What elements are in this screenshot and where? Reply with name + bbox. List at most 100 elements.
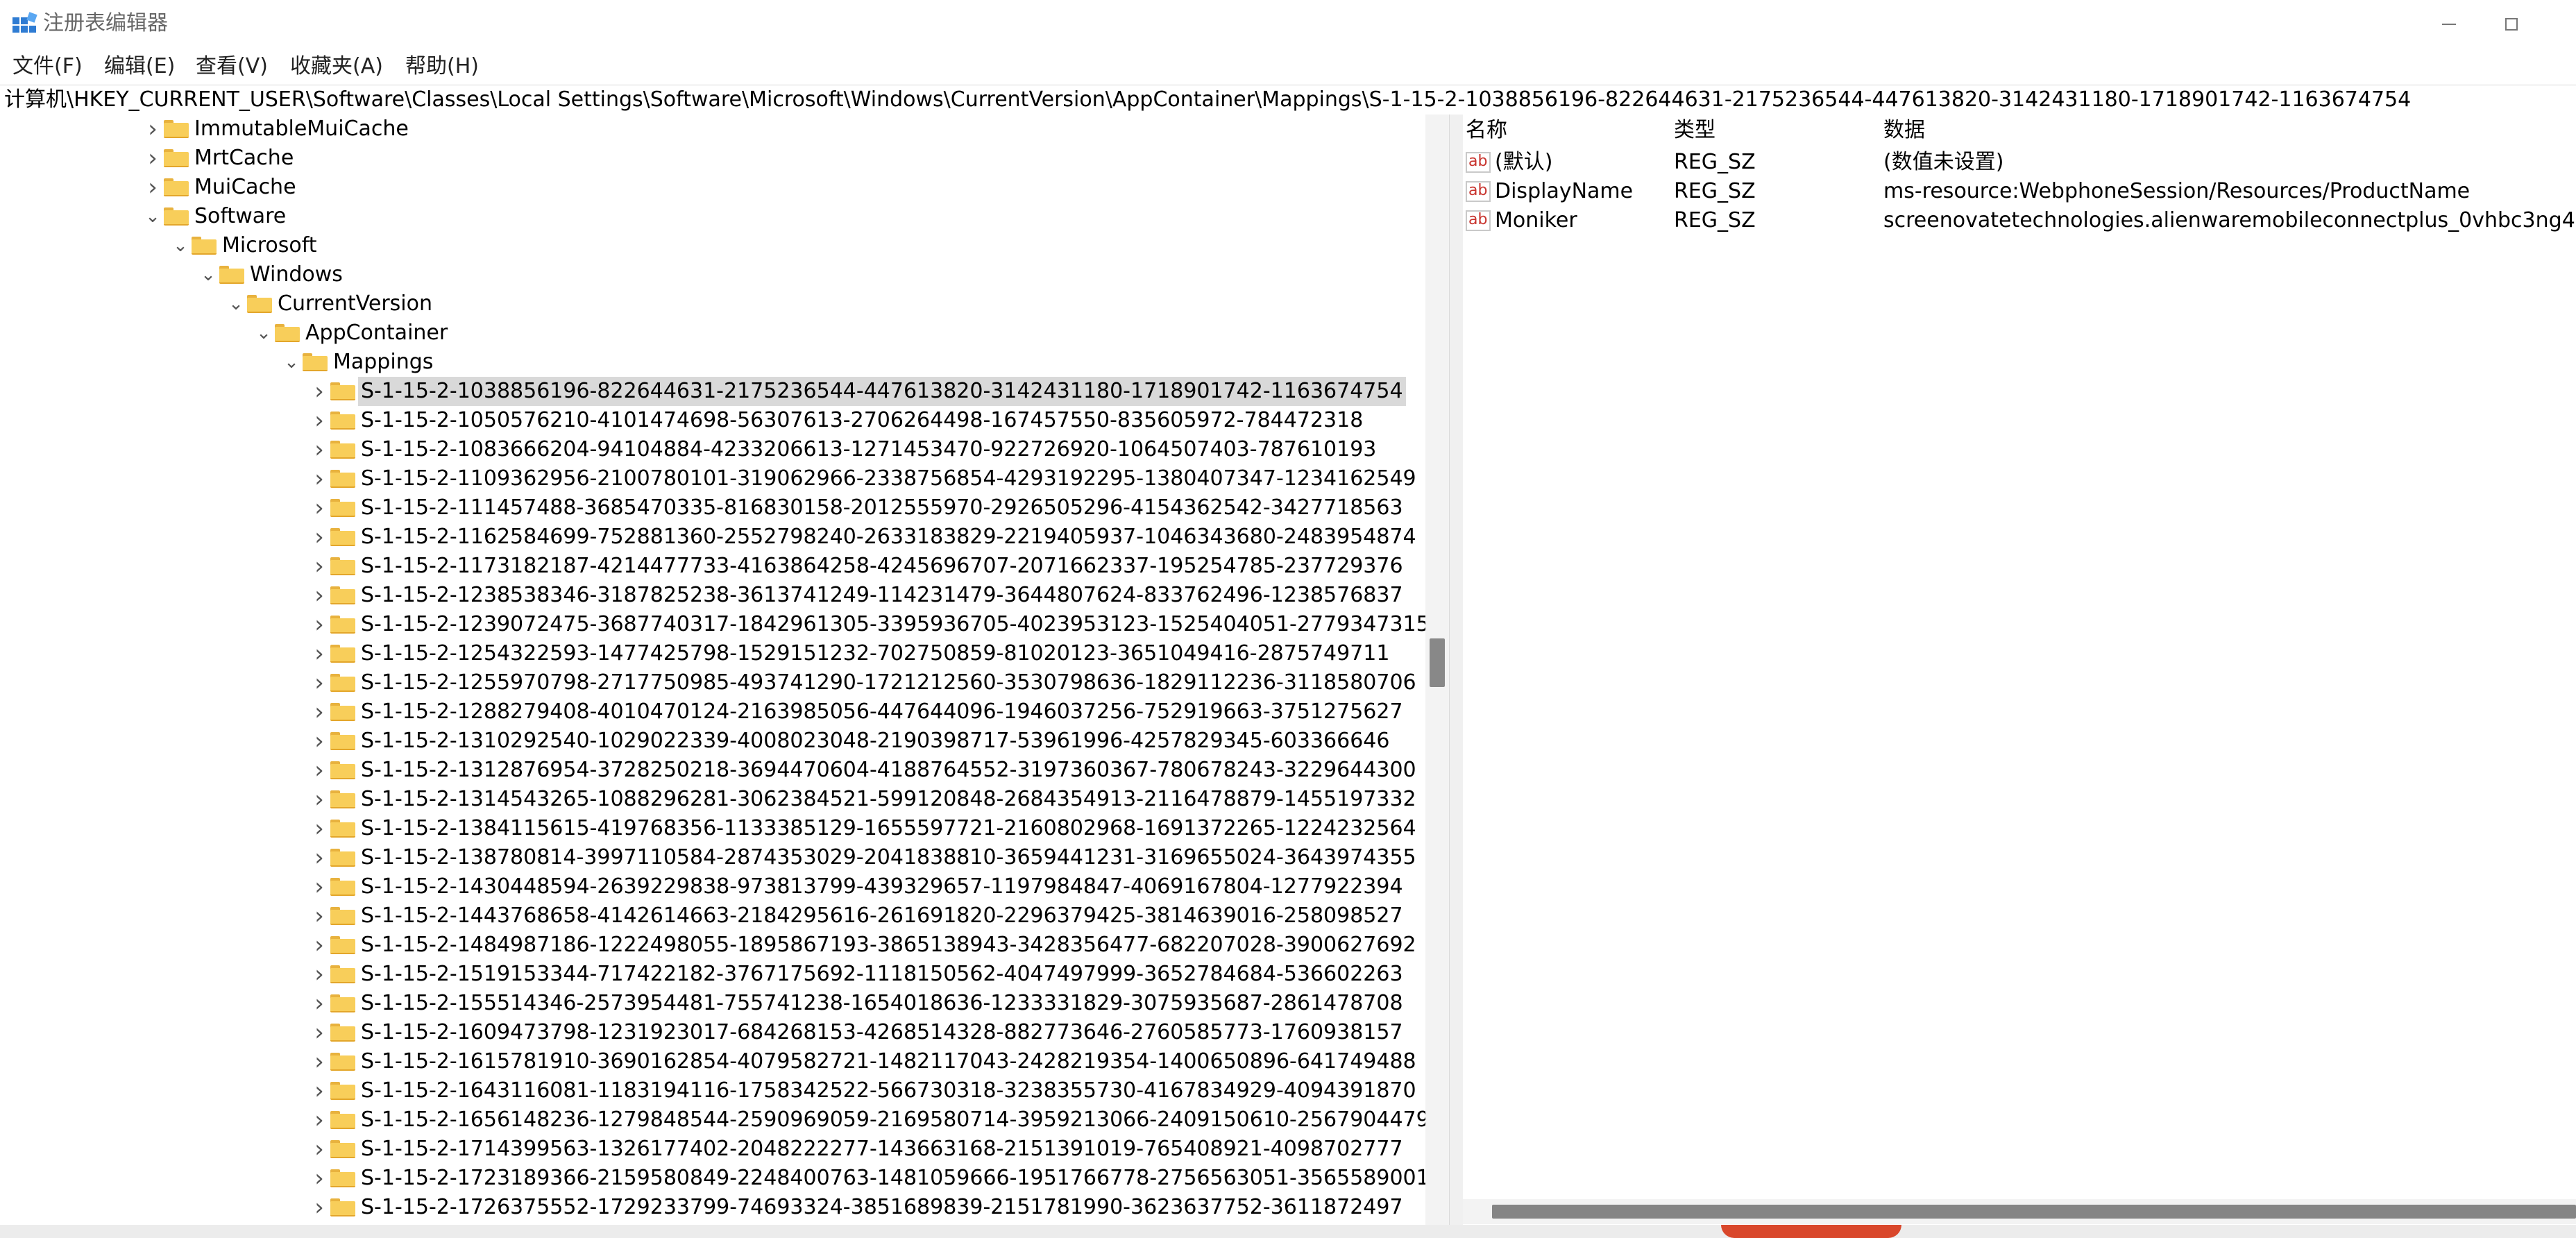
- chevron-right-icon[interactable]: ›: [144, 173, 161, 202]
- address-path[interactable]: 计算机\HKEY_CURRENT_USER\Software\Classes\L…: [4, 85, 2411, 115]
- tree-item-label[interactable]: S-1-15-2-1173182187-4214477733-416386425…: [358, 552, 1406, 581]
- tree-item-mapping[interactable]: › S-1-15-2-1443768658-4142614663-21842956…: [0, 901, 1430, 931]
- tree-item-mapping[interactable]: › S-1-15-2-1239072475-3687740317-18429613…: [0, 610, 1430, 639]
- chevron-right-icon[interactable]: ›: [311, 668, 328, 697]
- tree-item-mapping[interactable]: › S-1-15-2-1162584699-752881360-255279824…: [0, 523, 1430, 552]
- tree-item-label[interactable]: S-1-15-2-1255970798-2717750985-493741290…: [358, 668, 1419, 697]
- column-header-name[interactable]: 名称: [1466, 117, 1507, 144]
- tree-item-mapping[interactable]: › S-1-15-2-1254322593-1477425798-15291512…: [0, 639, 1430, 668]
- tree-item-label[interactable]: MrtCache: [192, 144, 296, 173]
- tree-scroll-thumb[interactable]: [1430, 638, 1445, 687]
- tree-vertical-scrollbar[interactable]: [1425, 115, 1449, 1225]
- chevron-right-icon[interactable]: ›: [311, 756, 328, 785]
- column-header-data[interactable]: 数据: [1883, 117, 1925, 144]
- menu-view[interactable]: 查看(V): [196, 53, 268, 80]
- tree-item-label[interactable]: S-1-15-2-1615781910-3690162854-407958272…: [358, 1047, 1419, 1076]
- tree-item-label[interactable]: Microsoft: [219, 231, 320, 260]
- tree-item-mapping[interactable]: › S-1-15-2-155514346-2573954481-755741238…: [0, 989, 1430, 1018]
- tree-item-label[interactable]: S-1-15-2-1314543265-1088296281-306238452…: [358, 785, 1419, 814]
- chevron-down-icon[interactable]: ⌄: [255, 319, 272, 348]
- value-row[interactable]: ab DisplayName REG_SZ ms-resource:WebphoneS…: [1463, 177, 2576, 206]
- value-name[interactable]: DisplayName: [1495, 177, 1633, 206]
- chevron-right-icon[interactable]: ›: [311, 814, 328, 843]
- maximize-button[interactable]: [2480, 0, 2543, 49]
- pane-splitter[interactable]: [1449, 115, 1464, 1225]
- tree-item-immutablemuicache[interactable]: › ImmutableMuiCache: [0, 115, 1430, 144]
- tree-item-label[interactable]: S-1-15-2-1312876954-3728250218-369447060…: [358, 756, 1419, 785]
- chevron-right-icon[interactable]: ›: [311, 931, 328, 960]
- column-header-type[interactable]: 类型: [1674, 117, 1715, 144]
- tree-item-mapping[interactable]: › S-1-15-2-1173182187-4214477733-41638642…: [0, 552, 1430, 581]
- chevron-right-icon[interactable]: ›: [311, 960, 328, 989]
- chevron-right-icon[interactable]: ›: [311, 1047, 328, 1076]
- chevron-right-icon[interactable]: ›: [311, 901, 328, 931]
- tree-item-mapping[interactable]: › S-1-15-2-111457488-3685470335-816830158…: [0, 493, 1430, 523]
- tree-item-label[interactable]: S-1-15-2-1310292540-1029022339-400802304…: [358, 727, 1392, 756]
- tree-item-label[interactable]: S-1-15-2-1443768658-4142614663-218429561…: [358, 901, 1406, 931]
- value-name[interactable]: (默认): [1495, 148, 1552, 177]
- tree-item-label[interactable]: S-1-15-2-111457488-3685470335-816830158-…: [358, 493, 1406, 523]
- tree-item-mapping[interactable]: › S-1-15-2-1255970798-2717750985-49374129…: [0, 668, 1430, 697]
- tree-item-mapping[interactable]: › S-1-15-2-1109362956-2100780101-31906296…: [0, 464, 1430, 493]
- chevron-right-icon[interactable]: ›: [311, 843, 328, 872]
- tree-item-label[interactable]: S-1-15-2-1288279408-4010470124-216398505…: [358, 697, 1406, 727]
- chevron-right-icon[interactable]: ›: [311, 639, 328, 668]
- tree-item-mapping[interactable]: › S-1-15-2-1050576210-4101474698-56307613…: [0, 406, 1430, 435]
- chevron-right-icon[interactable]: ›: [311, 1105, 328, 1135]
- tree-item-mapping[interactable]: › S-1-15-2-1484987186-1222498055-18958671…: [0, 931, 1430, 960]
- chevron-right-icon[interactable]: ›: [311, 872, 328, 901]
- tree-item-label[interactable]: S-1-15-2-1714399563-1326177402-204822227…: [358, 1135, 1406, 1164]
- chevron-down-icon[interactable]: ⌄: [228, 289, 244, 319]
- chevron-right-icon[interactable]: ›: [311, 697, 328, 727]
- tree-item-mapping[interactable]: › S-1-15-2-1083666204-94104884-4233206613…: [0, 435, 1430, 464]
- tree-item-mapping[interactable]: › S-1-15-2-1238538346-3187825238-36137412…: [0, 581, 1430, 610]
- chevron-right-icon[interactable]: ›: [311, 610, 328, 639]
- tree-item-mapping[interactable]: › S-1-15-2-1519153344-717422182-376717569…: [0, 960, 1430, 989]
- tree-item-label[interactable]: S-1-15-2-1430448594-2639229838-973813799…: [358, 872, 1406, 901]
- values-pane[interactable]: 名称 类型 数据 ab (默认) REG_SZ (数值未设置) ab DisplayNam…: [1463, 115, 2576, 1225]
- tree-item-mappings[interactable]: ⌄ Mappings: [0, 348, 1430, 377]
- tree-item-label[interactable]: AppContainer: [303, 319, 450, 348]
- menu-file[interactable]: 文件(F): [12, 53, 83, 80]
- chevron-right-icon[interactable]: ›: [311, 552, 328, 581]
- key-tree-pane[interactable]: › ImmutableMuiCache › MrtCache › MuiCache ⌄ Sof…: [0, 115, 1449, 1225]
- tree-item-mapping[interactable]: › S-1-15-2-1723189366-2159580849-22484007…: [0, 1164, 1430, 1193]
- tree-item-label[interactable]: S-1-15-2-1723189366-2159580849-224840076…: [358, 1164, 1432, 1193]
- chevron-right-icon[interactable]: ›: [311, 464, 328, 493]
- tree-item-mapping[interactable]: › S-1-15-2-1288279408-4010470124-21639850…: [0, 697, 1430, 727]
- tree-item-muicache[interactable]: › MuiCache: [0, 173, 1430, 202]
- values-scroll-thumb[interactable]: [1492, 1205, 2576, 1219]
- address-bar[interactable]: 计算机\HKEY_CURRENT_USER\Software\Classes\L…: [0, 85, 2576, 115]
- tree-item-label[interactable]: CurrentVersion: [275, 289, 435, 319]
- tree-item-label[interactable]: Software: [192, 202, 289, 231]
- tree-item-label[interactable]: S-1-15-2-1643116081-1183194116-175834252…: [358, 1076, 1419, 1105]
- tree-item-label[interactable]: S-1-15-2-1083666204-94104884-4233206613-…: [358, 435, 1379, 464]
- tree-item-microsoft[interactable]: ⌄ Microsoft: [0, 231, 1430, 260]
- tree-item-label[interactable]: S-1-15-2-1162584699-752881360-2552798240…: [358, 523, 1419, 552]
- tree-item-mapping[interactable]: › S-1-15-2-1384115615-419768356-113338512…: [0, 814, 1430, 843]
- chevron-down-icon[interactable]: ⌄: [144, 202, 161, 231]
- chevron-right-icon[interactable]: ›: [311, 785, 328, 814]
- chevron-right-icon[interactable]: ›: [311, 1193, 328, 1222]
- tree-item-software[interactable]: ⌄ Software: [0, 202, 1430, 231]
- chevron-right-icon[interactable]: ›: [311, 493, 328, 523]
- tree-item-label[interactable]: Windows: [247, 260, 346, 289]
- tree-item-mapping[interactable]: › S-1-15-2-138780814-3997110584-287435302…: [0, 843, 1430, 872]
- tree-item-mapping[interactable]: › S-1-15-2-1314543265-1088296281-30623845…: [0, 785, 1430, 814]
- chevron-down-icon[interactable]: ⌄: [172, 231, 189, 260]
- tree-item-label[interactable]: S-1-15-2-138780814-3997110584-2874353029…: [358, 843, 1419, 872]
- tree-item-label[interactable]: Mappings: [330, 348, 436, 377]
- tree-item-label[interactable]: S-1-15-2-1484987186-1222498055-189586719…: [358, 931, 1419, 960]
- menu-help[interactable]: 帮助(H): [405, 53, 479, 80]
- value-name[interactable]: Moniker: [1495, 206, 1577, 235]
- tree-item-currentversion[interactable]: ⌄ CurrentVersion: [0, 289, 1430, 319]
- minimize-button[interactable]: [2418, 0, 2480, 49]
- tree-item-label[interactable]: S-1-15-2-1609473798-1231923017-684268153…: [358, 1018, 1406, 1047]
- tree-item-label[interactable]: S-1-15-2-1050576210-4101474698-56307613-…: [358, 406, 1366, 435]
- chevron-right-icon[interactable]: ›: [311, 1164, 328, 1193]
- tree-item-label[interactable]: S-1-15-2-1656148236-1279848544-259096905…: [358, 1105, 1432, 1135]
- tree-item-label[interactable]: ImmutableMuiCache: [192, 115, 412, 144]
- tree-item-mapping[interactable]: › S-1-15-2-1609473798-1231923017-68426815…: [0, 1018, 1430, 1047]
- tree-item-mapping[interactable]: › S-1-15-2-1310292540-1029022339-40080230…: [0, 727, 1430, 756]
- tree-item-label[interactable]: S-1-15-2-1726375552-1729233799-74693324-…: [358, 1193, 1406, 1222]
